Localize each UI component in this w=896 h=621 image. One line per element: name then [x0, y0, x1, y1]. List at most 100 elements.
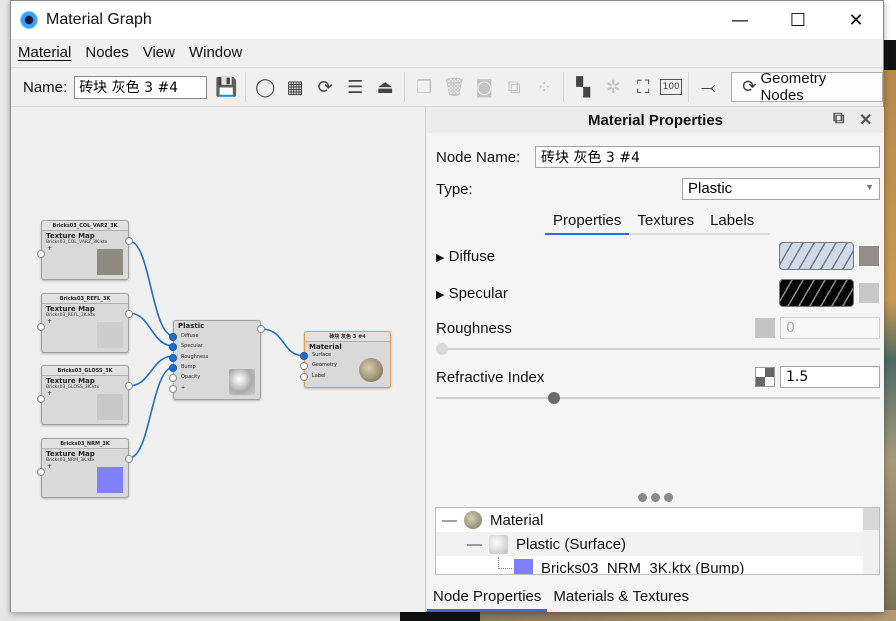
maximize-button[interactable]: ☐ — [769, 1, 827, 39]
tree-label: Plastic (Surface) — [516, 535, 627, 553]
texture-map-node[interactable]: Bricks03_NRM_3K Texture Map Bricks03_NRM… — [37, 437, 133, 498]
input-port[interactable] — [37, 250, 45, 258]
sliders-icon[interactable]: ☰ — [342, 74, 368, 100]
texture-swatch — [97, 394, 123, 420]
texture-map-node[interactable]: Bricks03_COL_VAR2_3K Texture Map Bricks0… — [37, 220, 133, 280]
tree-scrollbar[interactable] — [863, 508, 879, 574]
input-port[interactable] — [300, 372, 308, 381]
input-port[interactable] — [169, 353, 177, 362]
tree-item-material[interactable]: — Material — [436, 508, 864, 532]
splitter-handle[interactable] — [638, 493, 673, 502]
node-group-icon[interactable]: ⧉ — [501, 74, 527, 100]
roughness-slider-thumb[interactable] — [436, 343, 448, 355]
specular-row[interactable]: ▶ Specular — [436, 285, 508, 302]
refractive-index-input[interactable] — [780, 366, 880, 388]
sphere-preview-icon[interactable]: ◯ — [252, 74, 278, 100]
type-select-value: Plastic — [688, 180, 733, 197]
tab-properties[interactable]: Properties — [545, 211, 630, 235]
output-port[interactable] — [125, 454, 133, 463]
duplicate-icon[interactable]: ❐ — [411, 74, 437, 100]
material-name-input[interactable] — [74, 75, 208, 99]
tree-item-texture[interactable]: Bricks03_NRM_3K.ktx (Bump) — [436, 556, 864, 574]
node-graph-canvas[interactable]: Bricks03_COL_VAR2_3K Texture Map Bricks0… — [11, 107, 426, 612]
diffuse-row[interactable]: ▶ Diffuse — [436, 248, 495, 265]
zoom-100-icon[interactable]: 100 — [660, 79, 683, 95]
plastic-node[interactable]: Plastic Diffuse Specular Roughness Bump … — [169, 320, 265, 400]
specular-texture-slot[interactable] — [859, 283, 879, 303]
title-bar[interactable]: Material Graph — ☐ ✕ — [11, 1, 883, 39]
port-label: Diffuse — [181, 333, 199, 339]
menu-material[interactable]: Material — [11, 39, 78, 67]
weight-icon[interactable]: ⏏ — [372, 74, 398, 100]
type-select[interactable]: Plastic ▼ — [682, 178, 880, 200]
input-port[interactable] — [169, 343, 177, 352]
play-cycle-icon[interactable]: ⟳ — [312, 74, 338, 100]
input-port[interactable] — [169, 363, 177, 372]
close-button[interactable]: ✕ — [827, 1, 885, 39]
refractive-slider-track[interactable] — [436, 397, 880, 399]
save-icon[interactable]: 💾 — [213, 74, 239, 100]
input-port[interactable] — [37, 322, 45, 331]
texture-swatch — [97, 466, 123, 493]
fit-view-icon[interactable]: ⛶ — [630, 74, 656, 100]
input-port[interactable] — [300, 362, 308, 371]
roughness-texture-slot[interactable] — [755, 318, 775, 338]
input-port[interactable] — [37, 395, 45, 403]
specular-color-picker[interactable] — [779, 279, 854, 307]
center-icon[interactable]: ✲ — [600, 74, 626, 100]
refractive-slider-thumb[interactable] — [548, 392, 561, 404]
input-port[interactable] — [169, 333, 177, 341]
menu-window[interactable]: Window — [182, 39, 249, 67]
tree-connector-icon — [498, 557, 512, 569]
plastic-node-title: Plastic — [178, 322, 205, 330]
tab-materials-textures[interactable]: Materials & Textures — [547, 583, 695, 612]
checker-icon[interactable]: ▦ — [282, 74, 308, 100]
tree-item-plastic[interactable]: — Plastic (Surface) — [436, 532, 864, 556]
port-label: Surface — [312, 352, 332, 358]
node-ungroup-icon[interactable]: ⁘ — [531, 74, 557, 100]
tab-labels[interactable]: Labels — [702, 211, 762, 235]
material-node[interactable]: 砖块 灰色 3 #4 Material Surface Geometry Lab… — [300, 331, 391, 388]
material-graph-window: Material Graph — ☐ ✕ Material Nodes View… — [10, 0, 884, 612]
layout-icon[interactable]: ▚ — [570, 74, 596, 100]
node-name-input[interactable] — [535, 146, 880, 168]
dot-icon — [664, 493, 673, 502]
connect-icon[interactable]: ⤙ — [695, 74, 721, 100]
output-port[interactable] — [257, 325, 265, 333]
input-port[interactable] — [169, 374, 177, 383]
delete-icon[interactable]: 🗑 — [441, 74, 467, 100]
texture-map-node[interactable]: Bricks03_GLOSS_3K Texture Map Bricks03_G… — [37, 365, 133, 425]
tab-textures[interactable]: Textures — [629, 211, 702, 235]
dot-icon — [638, 493, 647, 502]
roughness-label: Roughness — [436, 320, 512, 337]
tab-node-properties[interactable]: Node Properties — [427, 583, 548, 612]
collapse-icon[interactable]: — — [442, 512, 462, 529]
bottom-tabs: Node Properties Materials & Textures — [427, 583, 884, 612]
node-add-icon[interactable]: ◙ — [471, 74, 497, 100]
toolbar: Name: 💾 ◯▦⟳☰⏏ ❐🗑◙⧉⁘ ▚✲⛶100 ⤙ ⟳ Geometry Node… — [11, 67, 883, 107]
roughness-input[interactable] — [780, 317, 880, 339]
input-port[interactable] — [300, 352, 308, 360]
menu-view[interactable]: View — [136, 39, 182, 67]
output-port[interactable] — [125, 309, 133, 318]
background-desktop-left — [0, 0, 10, 621]
port-label: Geometry — [312, 362, 337, 369]
output-port[interactable] — [125, 237, 133, 245]
output-port[interactable] — [125, 382, 133, 390]
minimize-button[interactable]: — — [711, 1, 769, 39]
input-port[interactable] — [37, 467, 45, 476]
roughness-slider-track[interactable] — [436, 348, 880, 350]
collapse-icon[interactable]: — — [467, 536, 487, 553]
menu-nodes[interactable]: Nodes — [78, 39, 135, 67]
name-label: Name: — [23, 78, 68, 96]
wire-bump — [128, 366, 175, 459]
panel-close-icon[interactable]: ✕ — [859, 110, 872, 130]
specular-label: Specular — [448, 285, 508, 302]
undock-icon[interactable]: ⧉ — [833, 110, 844, 128]
diffuse-color-picker[interactable] — [779, 242, 854, 270]
geometry-nodes-button[interactable]: ⟳ Geometry Nodes — [731, 70, 883, 104]
texture-map-node[interactable]: Bricks03_REFL_3K Texture Map Bricks03_RE… — [37, 292, 133, 353]
diffuse-texture-slot[interactable] — [859, 246, 879, 266]
refractive-texture-slot[interactable] — [755, 367, 775, 387]
input-port[interactable] — [169, 384, 177, 393]
